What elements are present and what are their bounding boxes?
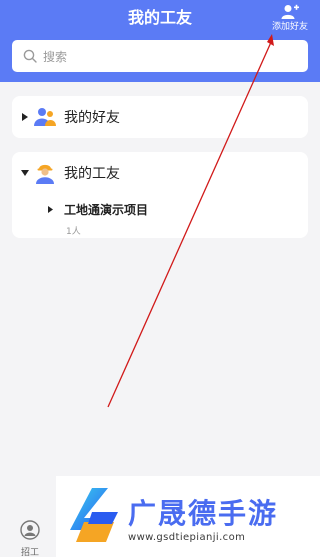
worker-helmet-icon — [36, 164, 54, 184]
brand-logo — [70, 488, 118, 542]
caret-right-icon — [48, 206, 53, 213]
watermark-url: www.gsdtiepianji.com — [128, 532, 246, 543]
add-user-icon — [281, 4, 299, 19]
add-friend-button[interactable]: 添加好友 — [268, 4, 312, 34]
user-circle-icon — [20, 520, 40, 540]
caret-down-icon — [12, 170, 34, 176]
top-bar: 我的工友 添加好友 搜索 — [0, 0, 320, 82]
group-row-friends[interactable]: 我的好友 — [12, 96, 308, 138]
tab-recruit[interactable]: 招工 — [8, 520, 52, 557]
group-card-workmates: 我的工友 工地通演示项目 1人 — [12, 152, 308, 238]
tab-recruit-label: 招工 — [20, 548, 39, 557]
annotation-arrow — [107, 34, 274, 408]
group-label-workmates: 我的工友 — [64, 166, 120, 182]
watermark: 广晟德手游 www.gsdtiepianji.com — [56, 476, 320, 557]
search-input[interactable]: 搜索 — [12, 40, 308, 72]
search-icon — [23, 49, 37, 63]
friends-group-icon — [34, 108, 56, 126]
project-member-count: 1人 — [66, 227, 81, 237]
group-card-friends: 我的好友 — [12, 96, 308, 138]
watermark-brand: 广晟德手游 — [128, 497, 279, 530]
caret-right-icon — [12, 113, 34, 121]
add-friend-label: 添加好友 — [271, 22, 308, 32]
group-label-friends: 我的好友 — [64, 110, 120, 126]
project-name: 工地通演示项目 — [64, 203, 149, 217]
search-placeholder: 搜索 — [43, 49, 68, 64]
group-row-workmates[interactable]: 我的工友 — [12, 152, 308, 194]
